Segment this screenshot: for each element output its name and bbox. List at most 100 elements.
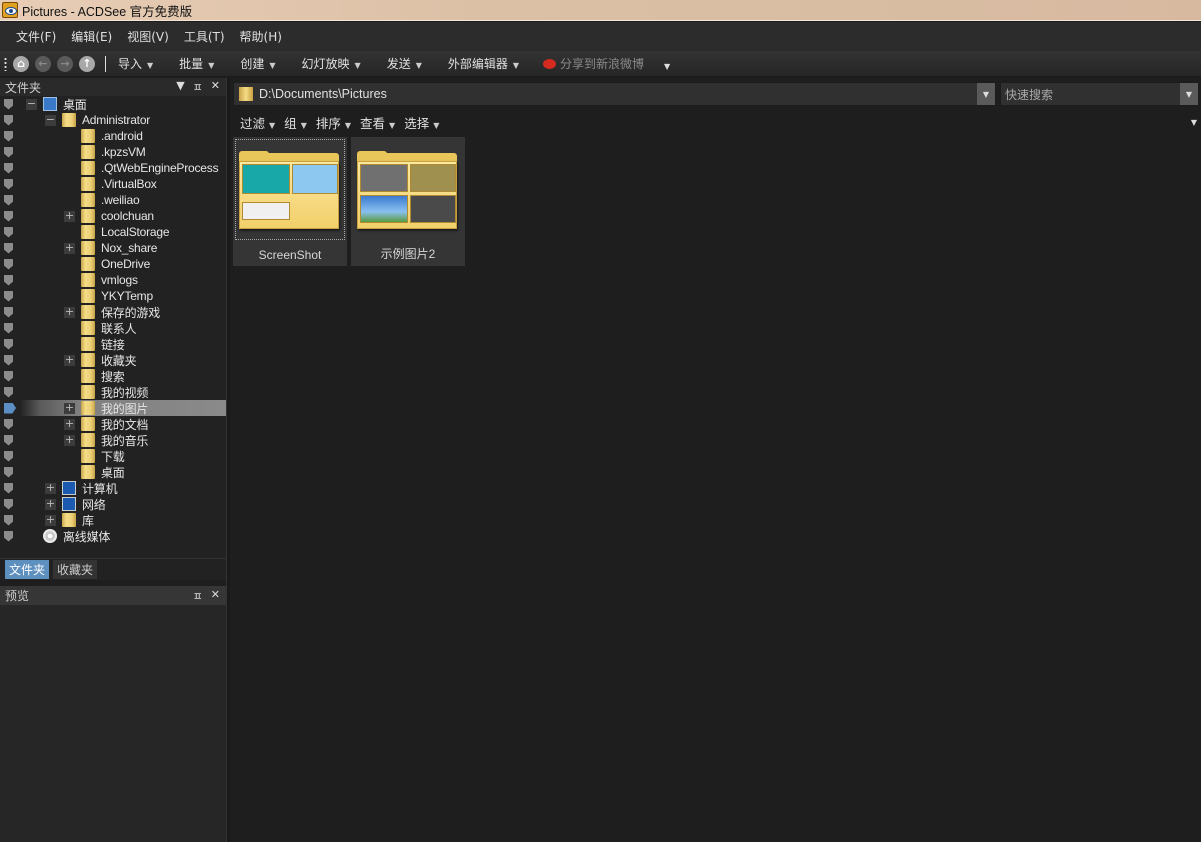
pin-icon[interactable]: ㅍ (193, 588, 203, 604)
close-icon[interactable]: ✕ (211, 588, 220, 604)
expand-icon[interactable]: + (64, 418, 75, 430)
tree-marker-icon[interactable] (4, 194, 13, 206)
expand-icon[interactable]: + (64, 306, 75, 318)
tree-item[interactable]: LocalStorage (0, 224, 226, 240)
filter-bar-overflow-icon[interactable]: ▼ (1191, 118, 1197, 127)
tree-marker-icon[interactable] (4, 210, 13, 222)
collapse-icon[interactable]: − (26, 98, 37, 110)
tree-item[interactable]: 搜索 (0, 368, 226, 384)
expand-icon[interactable]: + (64, 434, 75, 446)
group-menu[interactable]: 组 ▼ (284, 113, 307, 132)
tree-item[interactable]: + 保存的游戏 (0, 304, 226, 320)
import-menu[interactable]: 导入 ▼ (118, 55, 153, 72)
send-menu[interactable]: 发送 ▼ (387, 55, 422, 72)
panel-splitter[interactable] (226, 78, 230, 842)
tree-marker-icon[interactable] (4, 338, 13, 350)
batch-menu[interactable]: 批量 ▼ (179, 55, 214, 72)
path-bar[interactable]: D:\Documents\Pictures ▼ (233, 82, 996, 106)
tree-marker-icon[interactable] (4, 178, 13, 190)
expand-icon[interactable]: + (45, 482, 56, 494)
tree-item[interactable]: + coolchuan (0, 208, 226, 224)
tree-item[interactable]: 链接 (0, 336, 226, 352)
menu-view[interactable]: 视图(V) (127, 28, 169, 45)
tree-item[interactable]: OneDrive (0, 256, 226, 272)
tree-item[interactable]: 我的视频 (0, 384, 226, 400)
tree-item[interactable]: + 我的图片 (0, 400, 226, 416)
tree-item[interactable]: .kpzsVM (0, 144, 226, 160)
folder-item-sample-pictures-2[interactable]: 示例图片2 (351, 137, 465, 266)
up-button[interactable]: ↑ (79, 55, 95, 72)
expand-icon[interactable]: + (64, 210, 75, 222)
external-editor-menu[interactable]: 外部编辑器 ▼ (448, 55, 519, 72)
tree-marker-icon[interactable] (4, 386, 13, 398)
view-menu[interactable]: 查看 ▼ (360, 113, 395, 132)
tree-marker-icon[interactable] (4, 114, 13, 126)
path-dropdown-button[interactable]: ▼ (977, 83, 995, 105)
toolbar-overflow-icon[interactable]: ▼ (664, 62, 670, 71)
tree-item[interactable]: + 库 (0, 512, 226, 528)
tree-item[interactable]: 下载 (0, 448, 226, 464)
tree-marker-icon[interactable] (4, 130, 13, 142)
tree-item[interactable]: − 桌面 (0, 96, 226, 112)
menu-tools[interactable]: 工具(T) (184, 28, 225, 45)
tree-item[interactable]: .QtWebEngineProcess (0, 160, 226, 176)
expand-icon[interactable]: + (64, 354, 75, 366)
tree-marker-icon[interactable] (4, 466, 13, 478)
sort-menu[interactable]: 排序 ▼ (316, 113, 351, 132)
menu-edit[interactable]: 编辑(E) (71, 28, 112, 45)
panel-menu-icon[interactable]: ▼ (176, 79, 184, 95)
tree-item[interactable]: + 网络 (0, 496, 226, 512)
slideshow-menu[interactable]: 幻灯放映 ▼ (302, 55, 361, 72)
tree-marker-icon[interactable] (4, 418, 13, 430)
home-button[interactable]: ⌂ (13, 55, 29, 72)
forward-button[interactable]: → (57, 55, 73, 72)
back-button[interactable]: ← (35, 55, 51, 72)
tree-item[interactable]: YKYTemp (0, 288, 226, 304)
select-menu[interactable]: 选择 ▼ (404, 113, 439, 132)
tree-item[interactable]: vmlogs (0, 272, 226, 288)
toolbar-grip[interactable] (4, 56, 7, 71)
tree-item[interactable]: + 我的音乐 (0, 432, 226, 448)
tree-marker-icon[interactable] (4, 498, 13, 510)
quick-search-input[interactable]: 快速搜索 ▼ (1000, 82, 1199, 106)
expand-icon[interactable]: + (64, 242, 75, 254)
tree-marker-icon[interactable] (4, 402, 16, 414)
tree-marker-icon[interactable] (4, 450, 13, 462)
pin-icon[interactable]: ㅍ (193, 79, 203, 95)
tree-marker-icon[interactable] (4, 242, 13, 254)
tree-item[interactable]: 离线媒体 (0, 528, 226, 544)
tree-item[interactable]: + 计算机 (0, 480, 226, 496)
tree-marker-icon[interactable] (4, 370, 13, 382)
tree-marker-icon[interactable] (4, 274, 13, 286)
tree-item[interactable]: + 收藏夹 (0, 352, 226, 368)
tab-favorites[interactable]: 收藏夹 (53, 560, 98, 579)
expand-icon[interactable]: + (64, 402, 75, 414)
tree-marker-icon[interactable] (4, 354, 13, 366)
tree-marker-icon[interactable] (4, 514, 13, 526)
share-weibo-button[interactable]: 分享到新浪微博 (543, 55, 644, 72)
tree-marker-icon[interactable] (4, 306, 13, 318)
tab-folders[interactable]: 文件夹 (5, 560, 50, 579)
tree-item[interactable]: 联系人 (0, 320, 226, 336)
tree-marker-icon[interactable] (4, 482, 13, 494)
tree-item[interactable]: .android (0, 128, 226, 144)
tree-marker-icon[interactable] (4, 290, 13, 302)
menu-help[interactable]: 帮助(H) (240, 28, 282, 45)
tree-item[interactable]: .weiliao (0, 192, 226, 208)
menu-file[interactable]: 文件(F) (16, 28, 56, 45)
tree-marker-icon[interactable] (4, 226, 13, 238)
tree-item[interactable]: 桌面 (0, 464, 226, 480)
tree-marker-icon[interactable] (4, 146, 13, 158)
tree-marker-icon[interactable] (4, 530, 13, 542)
close-icon[interactable]: ✕ (211, 79, 220, 95)
tree-marker-icon[interactable] (4, 434, 13, 446)
filter-menu[interactable]: 过滤 ▼ (240, 113, 275, 132)
tree-item[interactable]: + Nox_share (0, 240, 226, 256)
tree-item[interactable]: − Administrator (0, 112, 226, 128)
tree-marker-icon[interactable] (4, 322, 13, 334)
folder-item-screenshot[interactable]: ScreenShot (233, 137, 347, 266)
expand-icon[interactable]: + (45, 498, 56, 510)
create-menu[interactable]: 创建 ▼ (240, 55, 275, 72)
tree-item[interactable]: .VirtualBox (0, 176, 226, 192)
tree-item[interactable]: + 我的文档 (0, 416, 226, 432)
